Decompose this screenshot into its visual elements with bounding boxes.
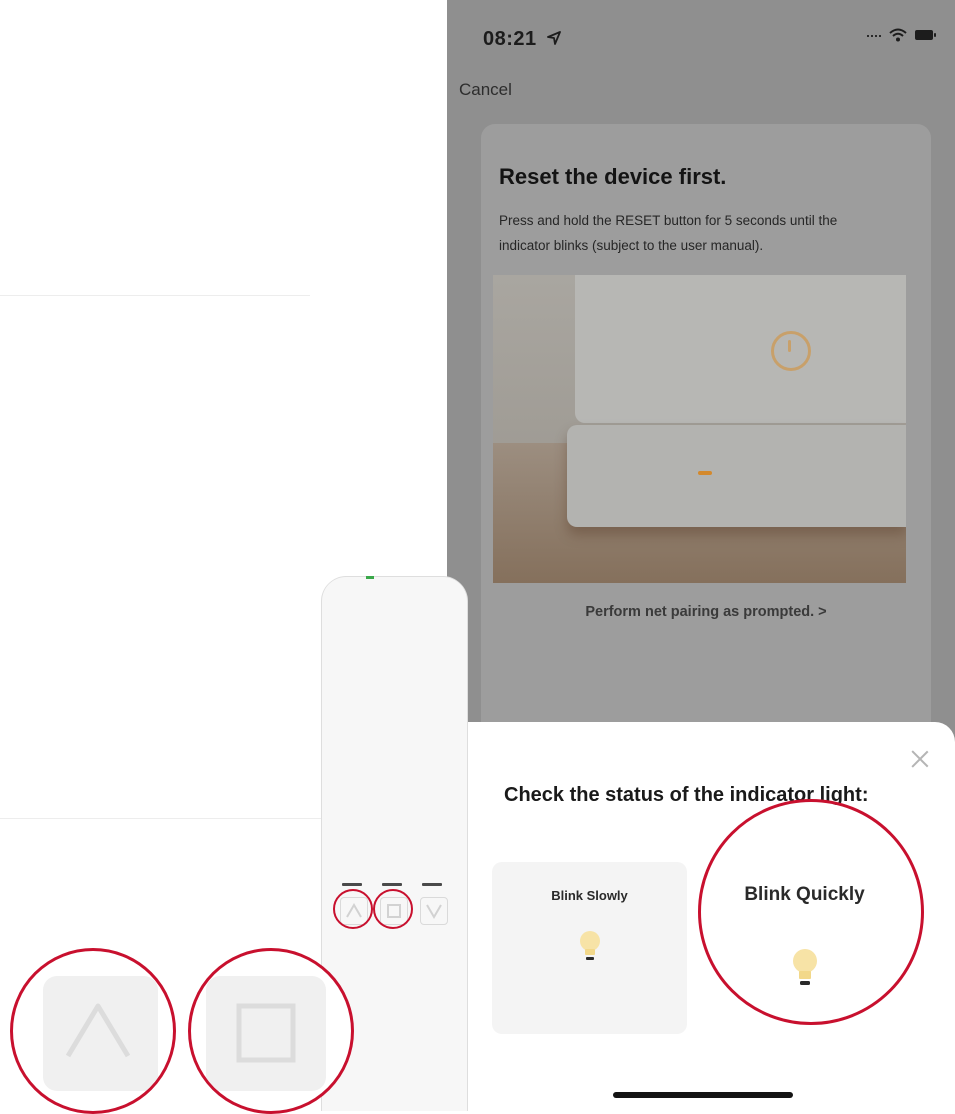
- reset-instruction-card: Reset the device first. Press and hold t…: [481, 124, 931, 744]
- device-indicator-led: [698, 471, 712, 475]
- remote-led: [422, 883, 442, 886]
- card-description: Press and hold the RESET button for 5 se…: [499, 213, 838, 253]
- status-icons: [867, 28, 936, 42]
- bulb-icon: [792, 949, 817, 985]
- up-arrow-icon: [346, 903, 362, 918]
- option-label: Blink Quickly: [744, 884, 865, 905]
- signal-icon: [867, 35, 881, 41]
- indicator-status-sheet: Check the status of the indicator light:…: [447, 722, 955, 1111]
- blink-quickly-option[interactable]: Blink Quickly: [707, 862, 902, 1034]
- sheet-title: Check the status of the indicator light:: [504, 784, 869, 806]
- power-button-icon: [771, 331, 811, 371]
- remote-led: [382, 883, 402, 886]
- down-arrow-icon: [426, 904, 442, 919]
- background-line: [0, 295, 310, 296]
- device-top-unit: [575, 275, 906, 423]
- up-arrow-icon: [65, 1003, 131, 1058]
- status-bar: 08:21: [447, 0, 955, 70]
- remote-led: [342, 883, 362, 886]
- card-title: Reset the device first.: [499, 164, 727, 189]
- cancel-button[interactable]: Cancel: [459, 80, 512, 100]
- battery-icon: [915, 30, 936, 40]
- inset-panel: [206, 976, 326, 1091]
- blink-slowly-option[interactable]: Blink Slowly: [492, 862, 687, 1034]
- inset-panel: [43, 976, 158, 1091]
- up-button-zoom-inset: [10, 948, 176, 1114]
- phone-screen: 08:21 Cancel Reset the device first. Pre…: [447, 0, 955, 1111]
- wifi-icon: [889, 28, 907, 42]
- background-line: [0, 818, 322, 819]
- stop-icon: [236, 1003, 296, 1063]
- bulb-icon: [579, 931, 600, 960]
- close-icon[interactable]: [911, 750, 929, 768]
- location-arrow-icon: [547, 31, 561, 45]
- home-indicator: [613, 1092, 793, 1098]
- status-time: 08:21: [483, 28, 537, 50]
- device-photo: [493, 275, 906, 583]
- device-base-unit: [567, 425, 906, 527]
- remote-down-button[interactable]: [420, 897, 448, 925]
- remote-stop-button[interactable]: [380, 897, 408, 925]
- net-pairing-link[interactable]: Perform net pairing as prompted. >: [481, 604, 931, 620]
- remote-mark: [366, 576, 374, 579]
- option-label: Blink Slowly: [551, 888, 628, 903]
- stop-icon: [387, 904, 401, 918]
- stop-button-zoom-inset: [188, 948, 354, 1114]
- remote-up-button[interactable]: [340, 897, 368, 925]
